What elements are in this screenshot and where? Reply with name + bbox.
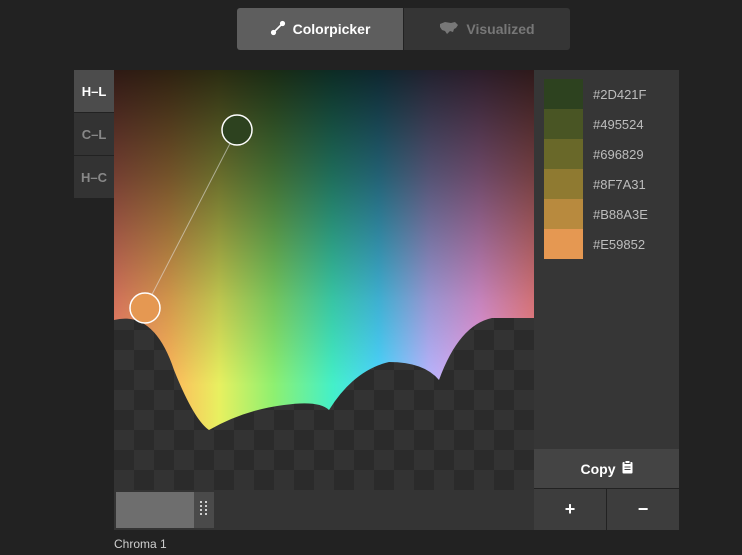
color-swatch: [544, 139, 583, 169]
colorpicker-tab[interactable]: Colorpicker: [237, 8, 403, 50]
palette-item[interactable]: #E59852: [544, 229, 645, 259]
start-color-handle[interactable]: [221, 114, 253, 146]
drag-grip-icon: [200, 500, 208, 520]
palette-item[interactable]: #696829: [544, 139, 644, 169]
clipboard-icon: [622, 460, 633, 477]
tab-h-l[interactable]: H–L: [74, 70, 114, 112]
us-map-icon: [439, 21, 459, 38]
mode-toggle: Colorpicker Visualized: [237, 8, 570, 50]
end-color-handle[interactable]: [129, 292, 161, 324]
copy-button[interactable]: Copy: [534, 449, 679, 488]
remove-color-button[interactable]: −: [607, 489, 679, 530]
swatch-hex: #2D421F: [593, 86, 647, 102]
swatch-hex: #696829: [593, 146, 644, 162]
swatch-hex: #E59852: [593, 236, 646, 252]
chroma-slider-handle[interactable]: [194, 492, 214, 528]
add-color-button[interactable]: +: [534, 489, 606, 530]
color-swatch: [544, 79, 583, 109]
chroma-slider[interactable]: [114, 490, 534, 530]
colorpicker-label: Colorpicker: [292, 21, 371, 37]
chroma-slider-label: Chroma 1: [114, 537, 167, 551]
palette-item[interactable]: #495524: [544, 109, 644, 139]
visualized-label: Visualized: [466, 21, 535, 37]
color-swatch: [544, 229, 583, 259]
swatch-hex: #8F7A31: [593, 176, 646, 192]
swatch-hex: #495524: [593, 116, 644, 132]
palette-item[interactable]: #B88A3E: [544, 199, 648, 229]
tab-h-c[interactable]: H–C: [74, 156, 114, 198]
tab-c-l[interactable]: C–L: [74, 113, 114, 155]
color-swatch: [544, 199, 583, 229]
hue-lightness-canvas[interactable]: [114, 70, 534, 490]
color-swatch: [544, 109, 583, 139]
color-swatch: [544, 169, 583, 199]
copy-label: Copy: [580, 460, 616, 477]
palette-item[interactable]: #8F7A31: [544, 169, 646, 199]
swatch-hex: #B88A3E: [593, 206, 648, 222]
palette-panel: #2D421F #495524 #696829 #8F7A31 #B88A3E …: [534, 70, 679, 449]
color-dropper-icon: [270, 20, 286, 39]
chroma-slider-fill: [116, 492, 194, 528]
color-space-tabs: H–L C–L H–C: [74, 70, 114, 199]
visualized-tab[interactable]: Visualized: [404, 8, 570, 50]
palette-item[interactable]: #2D421F: [544, 79, 646, 109]
